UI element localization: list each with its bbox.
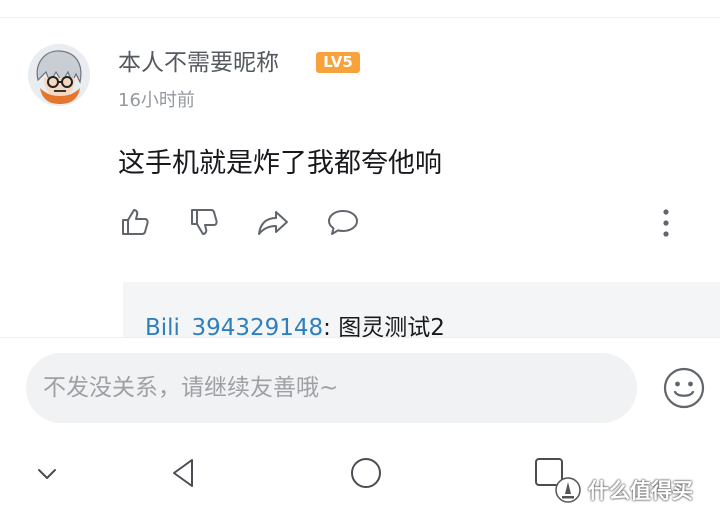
level-badge: LV5 (316, 52, 360, 73)
emoji-icon (663, 367, 705, 409)
reply-preview[interactable]: Bili_394329148: 图灵测试2 (123, 282, 720, 342)
comment-icon (328, 210, 358, 235)
like-button[interactable] (117, 204, 153, 240)
comment-input-placeholder: 不发没关系，请继续友善哦~ (43, 375, 339, 401)
avatar[interactable] (28, 44, 90, 106)
reply-button[interactable] (325, 204, 361, 240)
avatar-illustration (28, 44, 90, 106)
share-icon (258, 211, 288, 235)
back-triangle-icon (173, 459, 193, 487)
home-circle-icon (351, 458, 381, 488)
nav-back-button[interactable] (168, 456, 198, 494)
watermark-logo-icon (555, 477, 581, 503)
comment-text: 这手机就是炸了我都夸他响 (118, 148, 442, 179)
top-divider (0, 17, 720, 18)
comment-input[interactable]: 不发没关系，请继续友善哦~ (26, 353, 637, 423)
username[interactable]: 本人不需要昵称 (118, 47, 279, 79)
emoji-button[interactable] (662, 366, 706, 410)
chevron-down-icon (38, 469, 56, 479)
dislike-button[interactable] (186, 204, 222, 240)
more-button[interactable] (654, 206, 678, 240)
share-button[interactable] (255, 204, 291, 240)
nav-home-button[interactable] (349, 456, 383, 494)
nav-collapse-button[interactable] (36, 466, 58, 485)
comment-timestamp: 16小时前 (118, 90, 195, 111)
watermark-text: 什么值得买 (588, 479, 693, 503)
thumbs-up-icon (122, 209, 149, 235)
more-vertical-icon (663, 209, 669, 237)
thumbs-down-icon (191, 209, 218, 235)
watermark: 什么值得买 (554, 474, 693, 506)
